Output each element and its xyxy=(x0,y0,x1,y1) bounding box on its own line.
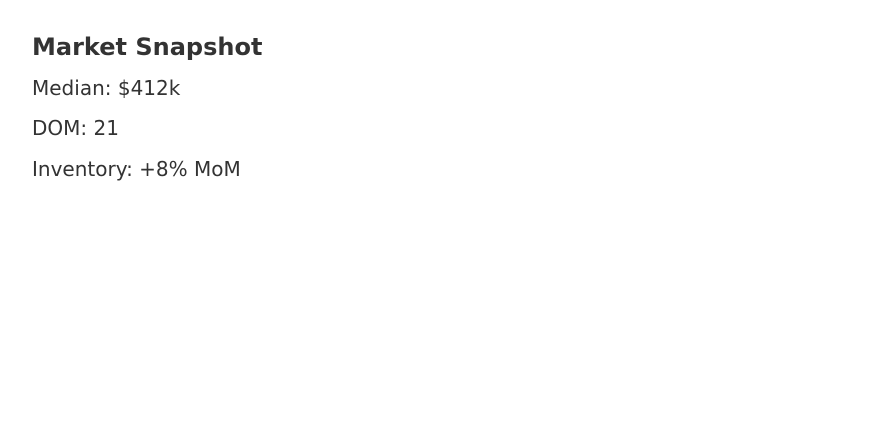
days-on-market-stat: DOM: 21 xyxy=(32,116,119,140)
page-title: Market Snapshot xyxy=(32,33,263,61)
inventory-change-stat: Inventory: +8% MoM xyxy=(32,157,241,181)
median-price-stat: Median: $412k xyxy=(32,76,181,100)
market-snapshot-panel: Market Snapshot Median: $412k DOM: 21 In… xyxy=(32,32,262,181)
